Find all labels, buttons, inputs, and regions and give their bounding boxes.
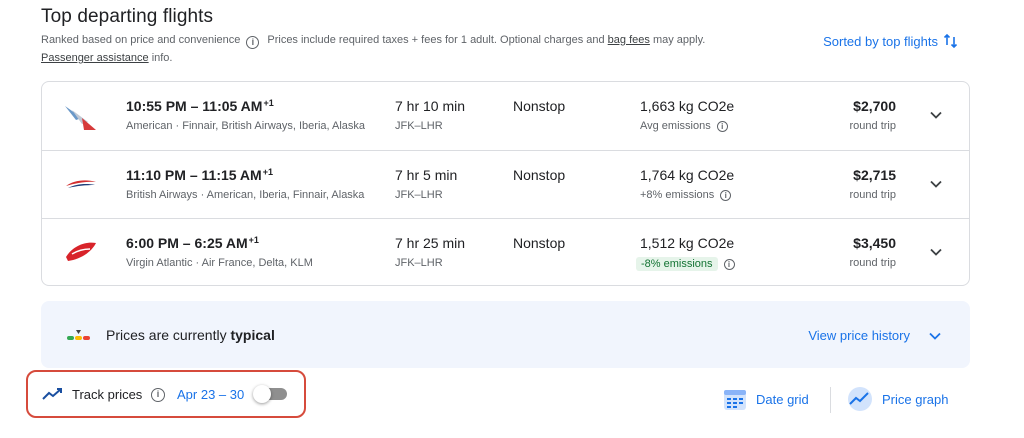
emissions-info-icon[interactable]: i	[716, 120, 728, 132]
departure-time: 6:00 PM	[126, 235, 179, 251]
emissions-badge: -8% emissions	[636, 257, 718, 271]
assistance-note: Passenger assistance info.	[41, 52, 172, 64]
american-airlines-logo	[65, 106, 96, 130]
flight-duration: 7 hr 25 min	[395, 235, 466, 251]
virgin-atlantic-logo	[66, 242, 96, 261]
day-offset: +1	[263, 98, 274, 108]
price-level-prefix: Prices are currently	[106, 327, 227, 343]
airline-names: Virgin Atlantic · Air France, Delta, KLM	[126, 257, 313, 269]
track-prices-label: Track prices	[72, 387, 143, 402]
price-insight-panel: Prices are currently typical View price …	[41, 301, 970, 368]
view-price-history-link[interactable]: View price history	[808, 328, 910, 343]
flight-price: $2,700	[853, 98, 896, 114]
departure-time: 11:10 PM	[126, 167, 186, 183]
flight-route: JFK–LHR	[395, 257, 443, 269]
chevron-down-icon[interactable]	[929, 108, 943, 122]
emissions-info-icon[interactable]: i	[720, 189, 732, 201]
price-graph-label: Price graph	[882, 391, 949, 407]
flight-stops: Nonstop	[513, 167, 566, 183]
ranked-text: Ranked based on price and convenience	[41, 34, 241, 46]
emissions-info-icon[interactable]: i	[723, 258, 735, 270]
arrival-time: 11:15 AM	[201, 167, 262, 183]
tools-divider	[830, 387, 831, 413]
sort-label: Sorted by top flights	[823, 33, 938, 49]
trip-type: round trip	[849, 120, 896, 132]
flight-times: 10:55 PM – 11:05 AM+1	[126, 98, 274, 114]
arrival-time: 6:25 AM	[194, 235, 248, 251]
chevron-down-icon[interactable]	[929, 177, 943, 191]
emissions-info: -8% emissions i	[636, 257, 735, 271]
day-offset: +1	[248, 235, 259, 245]
co2-amount: 1,663 kg CO2e	[640, 98, 735, 114]
flight-times: 11:10 PM – 11:15 AM+1	[126, 167, 273, 183]
trending-up-icon	[42, 388, 62, 400]
flight-row[interactable]: 6:00 PM – 6:25 AM+1 Virgin Atlantic · Ai…	[42, 218, 969, 286]
price-graph-button[interactable]: Price graph	[846, 386, 948, 412]
price-graph-icon	[848, 387, 872, 411]
ranking-note: Ranked based on price and convenience i Pr…	[41, 34, 705, 49]
flight-row[interactable]: 11:10 PM – 11:15 AM+1 British Airways · …	[42, 150, 969, 218]
chevron-down-icon[interactable]	[929, 245, 943, 259]
trip-type: round trip	[849, 257, 896, 269]
track-dates: Apr 23 – 30	[177, 387, 245, 402]
flight-list: 10:55 PM – 11:05 AM+1 American · Finnair…	[41, 81, 970, 286]
flight-times: 6:00 PM – 6:25 AM+1	[126, 235, 259, 251]
calendar-grid-icon	[724, 390, 746, 410]
flight-stops: Nonstop	[513, 98, 566, 114]
date-grid-button[interactable]: Date grid	[722, 386, 809, 412]
date-grid-label: Date grid	[756, 391, 809, 407]
track-info-icon[interactable]: i	[151, 388, 165, 402]
ranking-info-icon[interactable]: i	[246, 36, 260, 49]
passenger-assistance-link[interactable]: Passenger assistance	[41, 52, 149, 64]
flight-price: $3,450	[853, 235, 896, 251]
section-title: Top departing flights	[41, 6, 214, 27]
price-level-message: Prices are currently typical	[106, 327, 275, 343]
co2-amount: 1,764 kg CO2e	[640, 167, 735, 183]
sort-arrows-icon	[943, 33, 958, 49]
assistance-suffix: info.	[151, 52, 173, 64]
flight-route: JFK–LHR	[395, 120, 443, 132]
toggle-knob	[253, 385, 271, 403]
price-level-value: typical	[230, 327, 275, 343]
trip-type: round trip	[849, 189, 896, 201]
emissions-label: +8% emissions	[640, 189, 715, 201]
flight-route: JFK–LHR	[395, 189, 443, 201]
flight-row[interactable]: 10:55 PM – 11:05 AM+1 American · Finnair…	[42, 82, 969, 150]
british-airways-logo	[66, 180, 96, 188]
flight-duration: 7 hr 10 min	[395, 98, 466, 114]
track-prices-toggle[interactable]	[253, 385, 289, 403]
flight-price: $2,715	[853, 167, 896, 183]
price-note-suffix: may apply.	[652, 34, 706, 46]
chevron-down-icon[interactable]	[928, 329, 942, 343]
emissions-label: Avg emissions	[640, 120, 711, 132]
airline-names: British Airways · American, Iberia, Finn…	[126, 189, 365, 201]
departure-time: 10:55 PM	[126, 98, 187, 114]
track-prices-control: Track prices i Apr 23 – 30	[26, 370, 306, 418]
co2-amount: 1,512 kg CO2e	[640, 235, 735, 251]
bag-fees-link[interactable]: bag fees	[608, 34, 650, 46]
sort-button[interactable]: Sorted by top flights	[823, 33, 959, 49]
airline-names: American · Finnair, British Airways, Ibe…	[126, 120, 366, 132]
results-header: Top departing flights Ranked based on pr…	[41, 6, 981, 64]
emissions-info: Avg emissions i	[640, 120, 728, 132]
price-note-prefix: Prices include required taxes + fees for…	[267, 34, 605, 46]
flight-stops: Nonstop	[513, 235, 566, 251]
day-offset: +1	[262, 167, 273, 177]
emissions-info: +8% emissions i	[640, 189, 732, 201]
flight-duration: 7 hr 5 min	[395, 167, 458, 183]
arrival-time: 11:05 AM	[202, 98, 263, 114]
price-level-icon	[67, 330, 90, 340]
